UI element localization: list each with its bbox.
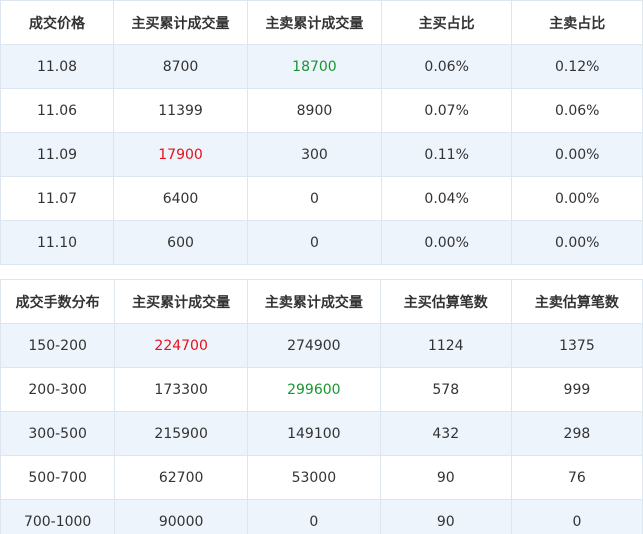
header-sell-count: 主卖估算笔数 xyxy=(510,279,643,324)
sell-ratio-cell: 0.12% xyxy=(511,44,643,89)
header-buy-ratio: 主买占比 xyxy=(380,0,513,45)
buy-ratio-cell: 0.06% xyxy=(380,44,513,89)
header-sell-volume: 主卖累计成交量 xyxy=(246,279,381,324)
sell-volume-cell: 149100 xyxy=(246,411,381,456)
buy-volume-cell: 62700 xyxy=(114,455,248,500)
buy-volume-cell: 11399 xyxy=(113,88,248,133)
buy-volume-cell: 173300 xyxy=(114,367,248,412)
buy-volume-cell: 90000 xyxy=(114,499,248,534)
table-header-row: 成交价格 主买累计成交量 主卖累计成交量 主买占比 主卖占比 xyxy=(0,0,643,45)
price-cell: 11.09 xyxy=(0,132,115,177)
table-row: 11.08 8700 18700 0.06% 0.12% xyxy=(0,44,643,89)
sell-ratio-cell: 0.00% xyxy=(511,132,643,177)
header-lot-range: 成交手数分布 xyxy=(0,279,116,324)
sell-ratio-cell: 0.00% xyxy=(511,176,643,221)
sell-ratio-cell: 0.00% xyxy=(511,220,643,265)
header-sell-volume: 主卖累计成交量 xyxy=(246,0,382,45)
price-volume-table: 成交价格 主买累计成交量 主卖累计成交量 主买占比 主卖占比 11.08 870… xyxy=(0,0,643,265)
buy-ratio-cell: 0.07% xyxy=(380,88,513,133)
lot-range-cell: 200-300 xyxy=(0,367,116,412)
table-row: 11.10 600 0 0.00% 0.00% xyxy=(0,220,643,265)
table-row: 500-700 62700 53000 90 76 xyxy=(0,455,643,500)
sell-volume-cell: 8900 xyxy=(246,88,382,133)
buy-volume-cell: 600 xyxy=(113,220,248,265)
sell-volume-cell: 18700 xyxy=(246,44,382,89)
sell-volume-cell: 274900 xyxy=(246,323,381,368)
buy-ratio-cell: 0.11% xyxy=(380,132,513,177)
sell-count-cell: 1375 xyxy=(510,323,643,368)
buy-count-cell: 432 xyxy=(379,411,512,456)
lot-range-cell: 300-500 xyxy=(0,411,116,456)
sell-count-cell: 0 xyxy=(510,499,643,534)
header-buy-count: 主买估算笔数 xyxy=(379,279,512,324)
price-cell: 11.08 xyxy=(0,44,115,89)
header-buy-volume: 主买累计成交量 xyxy=(113,0,248,45)
buy-volume-cell: 215900 xyxy=(114,411,248,456)
buy-ratio-cell: 0.00% xyxy=(380,220,513,265)
buy-count-cell: 90 xyxy=(379,499,512,534)
header-buy-volume: 主买累计成交量 xyxy=(114,279,248,324)
table-row: 300-500 215900 149100 432 298 xyxy=(0,411,643,456)
header-price: 成交价格 xyxy=(0,0,115,45)
table-row: 700-1000 90000 0 90 0 xyxy=(0,499,643,534)
sell-volume-cell: 0 xyxy=(246,220,382,265)
buy-count-cell: 1124 xyxy=(379,323,512,368)
lot-size-distribution-table: 成交手数分布 主买累计成交量 主卖累计成交量 主买估算笔数 主卖估算笔数 150… xyxy=(0,279,643,534)
sell-volume-cell: 300 xyxy=(246,132,382,177)
buy-count-cell: 578 xyxy=(379,367,512,412)
header-sell-ratio: 主卖占比 xyxy=(511,0,643,45)
price-cell: 11.06 xyxy=(0,88,115,133)
trade-distribution-panel: 成交价格 主买累计成交量 主卖累计成交量 主买占比 主卖占比 11.08 870… xyxy=(0,0,643,534)
table-row: 150-200 224700 274900 1124 1375 xyxy=(0,323,643,368)
sell-volume-cell: 0 xyxy=(246,499,381,534)
price-cell: 11.10 xyxy=(0,220,115,265)
buy-volume-cell: 17900 xyxy=(113,132,248,177)
sell-volume-cell: 299600 xyxy=(246,367,381,412)
buy-volume-cell: 6400 xyxy=(113,176,248,221)
buy-count-cell: 90 xyxy=(379,455,512,500)
buy-ratio-cell: 0.04% xyxy=(380,176,513,221)
sell-ratio-cell: 0.06% xyxy=(511,88,643,133)
table-row: 11.06 11399 8900 0.07% 0.06% xyxy=(0,88,643,133)
lot-range-cell: 150-200 xyxy=(0,323,116,368)
sell-volume-cell: 0 xyxy=(246,176,382,221)
sell-count-cell: 298 xyxy=(510,411,643,456)
sell-volume-cell: 53000 xyxy=(246,455,381,500)
table-header-row: 成交手数分布 主买累计成交量 主卖累计成交量 主买估算笔数 主卖估算笔数 xyxy=(0,279,643,324)
buy-volume-cell: 224700 xyxy=(114,323,248,368)
table-row: 11.09 17900 300 0.11% 0.00% xyxy=(0,132,643,177)
lot-range-cell: 700-1000 xyxy=(0,499,116,534)
price-cell: 11.07 xyxy=(0,176,115,221)
table-row: 200-300 173300 299600 578 999 xyxy=(0,367,643,412)
buy-volume-cell: 8700 xyxy=(113,44,248,89)
sell-count-cell: 999 xyxy=(510,367,643,412)
table-row: 11.07 6400 0 0.04% 0.00% xyxy=(0,176,643,221)
lot-range-cell: 500-700 xyxy=(0,455,116,500)
sell-count-cell: 76 xyxy=(510,455,643,500)
